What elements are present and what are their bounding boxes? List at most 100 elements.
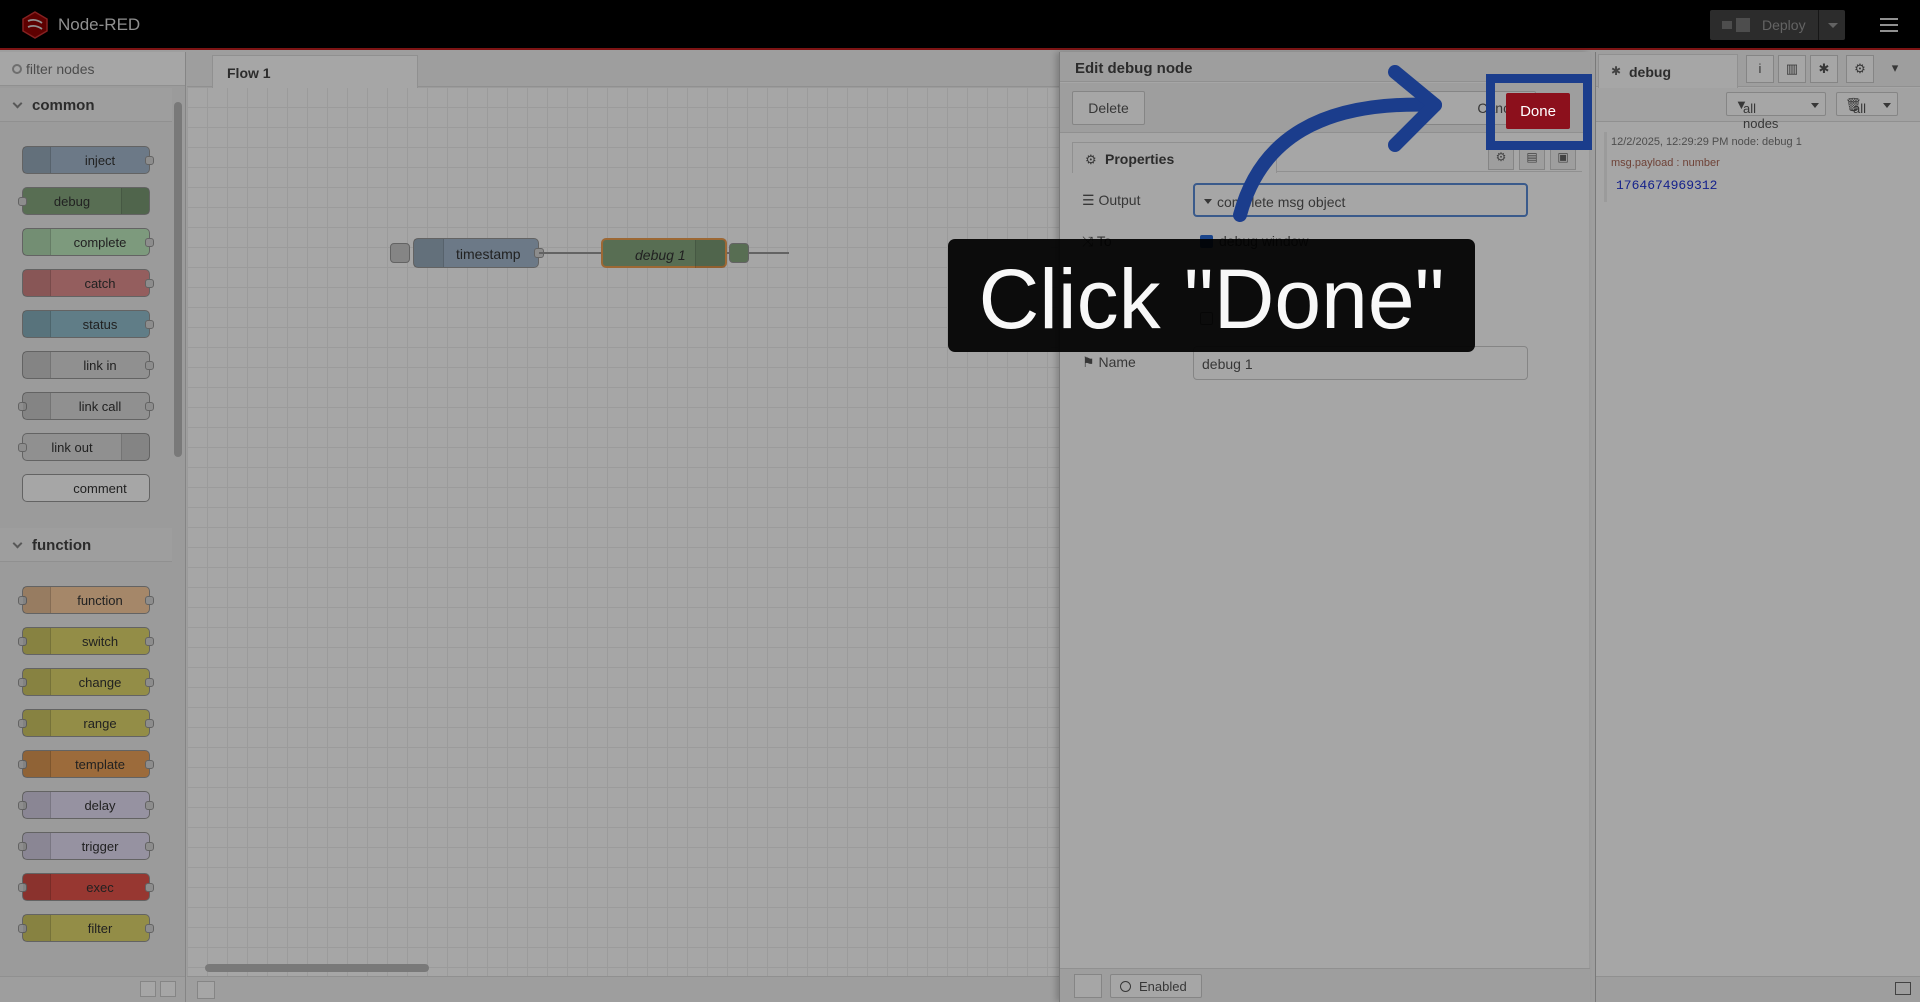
node-help-book-icon[interactable]	[1074, 974, 1102, 998]
workspace-horizontal-scrollbar[interactable]	[205, 964, 429, 972]
tab-label: Flow 1	[227, 65, 271, 81]
switch-icon	[23, 628, 51, 654]
message-property: msg.payload : number	[1611, 157, 1720, 169]
caret-down-icon	[1204, 199, 1212, 204]
enabled-label: Enabled	[1139, 979, 1187, 994]
clock-icon	[23, 792, 51, 818]
output-port	[145, 156, 154, 165]
flow-node-debug-1[interactable]: debug 1	[601, 238, 727, 268]
main-menu-hamburger-icon[interactable]	[1878, 16, 1900, 34]
flow-node-timestamp[interactable]: timestamp	[413, 238, 539, 268]
palette-category-function[interactable]: function	[0, 528, 172, 562]
caret-down-icon	[1883, 103, 1891, 108]
palette-node-link-in[interactable]: link in	[22, 351, 154, 379]
output-port	[145, 596, 154, 605]
instruction-callout: Click "Done"	[948, 239, 1475, 352]
bug-icon: ✱	[1611, 64, 1622, 78]
enabled-toggle-button[interactable]: Enabled	[1110, 974, 1202, 998]
node-label: complete	[73, 235, 127, 250]
palette-node-status[interactable]: status	[22, 310, 154, 338]
palette-category-common[interactable]: common	[0, 88, 172, 122]
node-label: exec	[86, 880, 114, 895]
palette-node-link-call[interactable]: link call	[18, 392, 154, 420]
done-button[interactable]: Done	[1506, 93, 1570, 129]
node-label: template	[75, 757, 125, 772]
node-label: debug	[53, 194, 91, 209]
deploy-icon	[1722, 18, 1750, 32]
palette-node-function[interactable]: function	[18, 586, 154, 614]
shuffle-icon	[23, 669, 51, 695]
node-label: inject	[84, 153, 116, 168]
palette-node-trigger[interactable]: trigger	[18, 832, 154, 860]
chevron-down-icon	[12, 538, 23, 549]
node-label: link call	[78, 399, 122, 414]
debug-bug-icon[interactable]: ✱	[1810, 55, 1838, 83]
palette-node-catch[interactable]: catch	[22, 269, 154, 297]
delete-button[interactable]: Delete	[1072, 91, 1145, 125]
palette-node-template[interactable]: template	[18, 750, 154, 778]
output-port	[145, 801, 154, 810]
node-label: timestamp	[456, 246, 521, 262]
info-icon[interactable]: i	[1746, 55, 1774, 83]
trigger-icon	[23, 833, 51, 859]
message-meta: 12/2/2025, 12:29:29 PM node: debug 1	[1611, 136, 1802, 148]
template-brace-icon	[23, 751, 51, 777]
monitor-icon[interactable]	[1895, 982, 1911, 995]
filter-icon: ▼ all nodes	[1735, 97, 1779, 131]
collapse-all-icon[interactable]	[140, 981, 156, 997]
output-label: ☰ Output	[1082, 192, 1141, 208]
palette-node-switch[interactable]: switch	[18, 627, 154, 655]
palette-node-comment[interactable]: comment	[22, 474, 150, 502]
app-title: Node-RED	[58, 15, 141, 34]
config-gear-icon[interactable]: ⚙	[1846, 55, 1874, 83]
palette-node-complete[interactable]: complete	[22, 228, 154, 256]
filter-nodes-dropdown[interactable]: ▼ all nodes	[1726, 92, 1826, 131]
node-palette: common inject debug complete catch statu…	[0, 52, 186, 1002]
palette-node-change[interactable]: change	[18, 668, 154, 696]
gear-icon: ⚙	[1085, 152, 1097, 167]
output-port	[145, 320, 154, 329]
flow-workspace[interactable]: Flow 1 timestamp debug 1	[187, 52, 1059, 1002]
output-port	[145, 760, 154, 769]
search-icon	[12, 64, 22, 74]
output-port	[145, 637, 154, 646]
debug-message[interactable]: 12/2/2025, 12:29:29 PM node: debug 1 msg…	[1604, 132, 1916, 202]
output-port	[145, 883, 154, 892]
help-book-icon[interactable]: ▥	[1778, 55, 1806, 83]
workspace-tabs: Flow 1	[187, 52, 1059, 88]
palette-node-exec[interactable]: exec	[18, 873, 154, 901]
link-call-icon	[23, 393, 51, 419]
palette-node-filter[interactable]: filter	[18, 914, 154, 942]
name-label: ⚑ Name	[1082, 354, 1136, 370]
link-arrow-icon	[121, 434, 149, 460]
palette-node-debug[interactable]: debug	[18, 187, 150, 215]
node-label: trigger	[81, 839, 119, 854]
output-port	[145, 678, 154, 687]
search-icon[interactable]	[197, 981, 215, 999]
category-label: function	[32, 537, 92, 554]
tab-flow-1[interactable]: Flow 1	[212, 55, 418, 88]
app-header: Node-RED Deploy	[0, 0, 1920, 50]
exclamation-icon	[23, 229, 51, 255]
tab-label: debug	[1629, 64, 1671, 80]
deploy-button[interactable]: Deploy	[1710, 10, 1845, 40]
output-port	[145, 842, 154, 851]
palette-filter-input[interactable]	[26, 59, 176, 79]
palette-scrollbar[interactable]	[174, 102, 182, 457]
deploy-dropdown-chevron-icon[interactable]	[1818, 10, 1845, 40]
output-port	[145, 279, 154, 288]
palette-node-inject[interactable]: inject	[22, 146, 154, 174]
clear-messages-dropdown[interactable]: 🗑 all	[1836, 92, 1898, 116]
debug-toggle-button[interactable]	[729, 243, 749, 263]
palette-node-delay[interactable]: delay	[18, 791, 154, 819]
caret-down-icon	[1811, 103, 1819, 108]
palette-node-range[interactable]: range	[18, 709, 154, 737]
message-value[interactable]: 1764674969312	[1616, 178, 1717, 193]
tab-debug[interactable]: ✱ debug	[1598, 54, 1738, 88]
palette-node-link-out[interactable]: link out	[18, 433, 150, 461]
chevron-down-icon[interactable]: ▾	[1881, 55, 1909, 83]
arrow-icon	[414, 239, 444, 267]
expand-all-icon[interactable]	[160, 981, 176, 997]
link-arrow-icon	[23, 352, 51, 378]
inject-trigger-button[interactable]	[390, 243, 410, 263]
